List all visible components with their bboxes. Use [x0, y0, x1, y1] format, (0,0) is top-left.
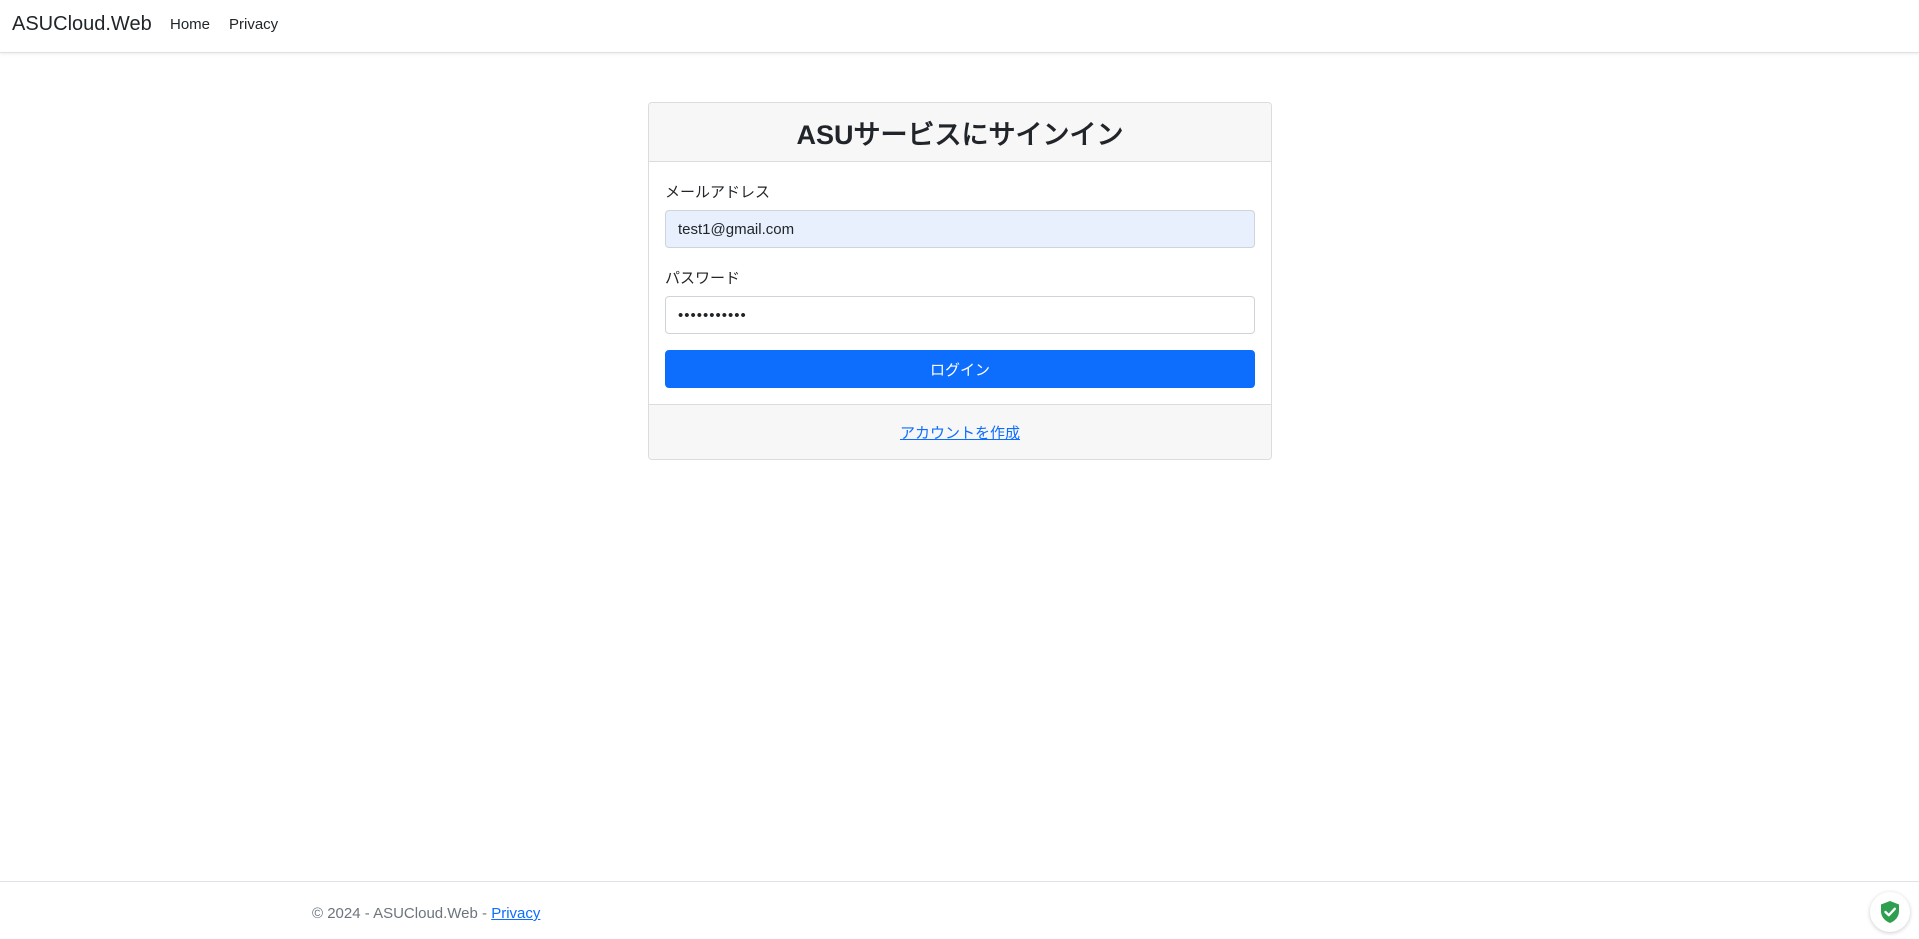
- security-widget-button[interactable]: [1870, 892, 1910, 932]
- create-account-link[interactable]: アカウントを作成: [900, 422, 1020, 443]
- page-footer: © 2024 - ASUCloud.Web - Privacy: [0, 881, 1919, 939]
- login-title: ASUサービスにサインイン: [796, 119, 1124, 150]
- email-label: メールアドレス: [665, 184, 771, 201]
- login-card-header: ASUサービスにサインイン: [649, 103, 1271, 162]
- password-field[interactable]: [665, 296, 1255, 334]
- nav-home-link[interactable]: Home: [170, 16, 210, 33]
- login-card: ASUサービスにサインイン メールアドレス パスワード ログイン アカウントを作…: [648, 102, 1272, 460]
- login-card-footer: アカウントを作成: [649, 404, 1271, 459]
- footer-text: © 2024 - ASUCloud.Web - Privacy: [312, 905, 540, 922]
- brand-link[interactable]: ASUCloud.Web: [12, 13, 152, 36]
- login-button[interactable]: ログイン: [665, 350, 1255, 388]
- navbar: ASUCloud.Web Home Privacy: [0, 0, 1919, 53]
- nav-privacy-link[interactable]: Privacy: [229, 16, 278, 33]
- copyright-text: © 2024 - ASUCloud.Web -: [312, 905, 492, 922]
- password-label: パスワード: [665, 270, 741, 287]
- email-field[interactable]: [665, 210, 1255, 248]
- footer-privacy-link[interactable]: Privacy: [491, 905, 540, 922]
- shield-check-icon: [1881, 901, 1899, 923]
